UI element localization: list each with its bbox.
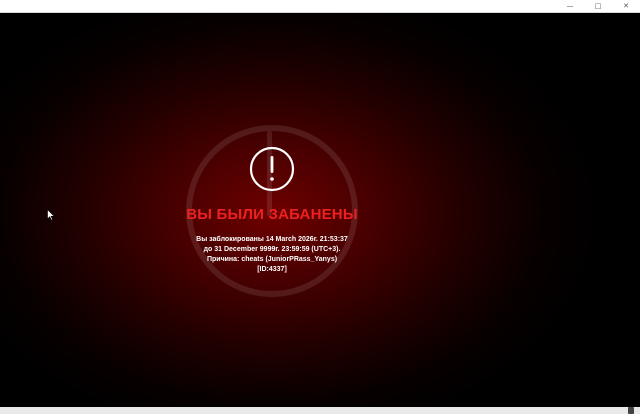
- window-controls: — □ ✕: [556, 0, 640, 12]
- ban-reason-line: Причина: cheats (JuniorPRass_Yanys): [206, 256, 338, 263]
- ban-start-line: Вы заблокированы 14 March 2026г. 21:53:3…: [196, 236, 348, 243]
- tray-icon[interactable]: [628, 407, 634, 414]
- title-bar: — □ ✕: [0, 0, 640, 13]
- ban-end-line: до 31 December 9999г. 23:59:59 (UTC+3).: [203, 246, 341, 253]
- maximize-button[interactable]: □: [584, 0, 612, 12]
- game-window: — □ ✕ ВЫ БЫЛИ ЗАБАНЕНЫ Вы заблокированы …: [0, 0, 640, 414]
- mouse-cursor-icon: [47, 209, 55, 221]
- minimize-button[interactable]: —: [556, 0, 584, 12]
- ban-id-line: [ID:4337]: [257, 266, 287, 273]
- ban-title: ВЫ БЫЛИ ЗАБАНЕНЫ: [186, 206, 358, 223]
- ban-details: Вы заблокированы 14 March 2026г. 21:53:3…: [0, 235, 544, 275]
- close-button[interactable]: ✕: [612, 0, 640, 12]
- ban-screen: ВЫ БЫЛИ ЗАБАНЕНЫ Вы заблокированы 14 Mar…: [0, 13, 640, 407]
- exclamation-circle-icon: [249, 146, 295, 192]
- taskbar: [0, 407, 640, 414]
